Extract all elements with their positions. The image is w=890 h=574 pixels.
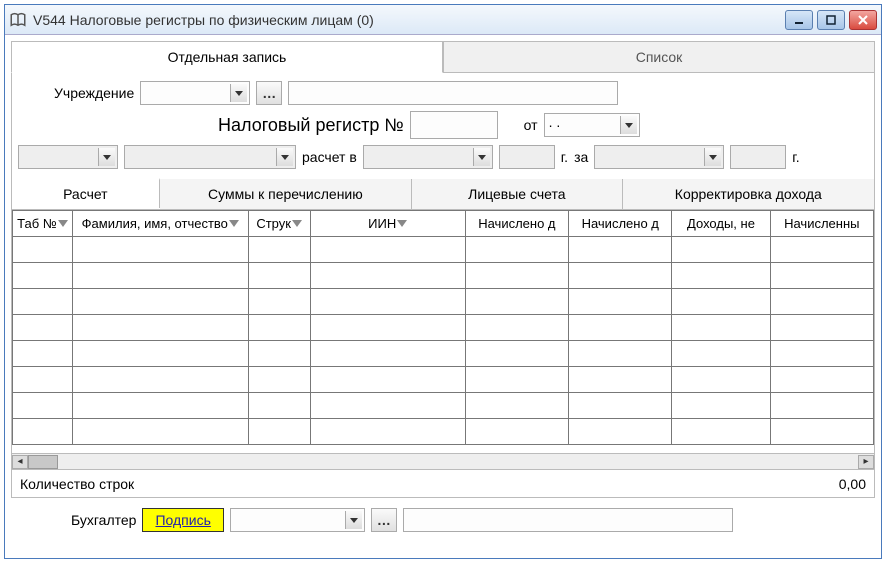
calc-month-combo[interactable] (363, 145, 493, 169)
subtab-label: Суммы к перечислению (208, 186, 363, 202)
register-date-combo[interactable]: . . (544, 113, 640, 137)
year-suffix-2: г. (792, 149, 799, 165)
date-value: . . (549, 114, 561, 130)
footer-row: Бухгалтер Подпись … (11, 498, 875, 536)
from-label: от (524, 117, 538, 133)
tab-list[interactable]: Список (443, 41, 875, 73)
table-row[interactable] (13, 341, 874, 367)
type-combo-1[interactable] (18, 145, 118, 169)
table-row[interactable] (13, 393, 874, 419)
table-row[interactable] (13, 419, 874, 445)
scroll-track[interactable] (28, 455, 858, 469)
subtab-calc[interactable]: Расчет (12, 178, 160, 208)
scroll-thumb[interactable] (28, 455, 58, 469)
row-count-label: Количество строк (20, 476, 134, 492)
for-label: за (574, 149, 588, 165)
col-struct[interactable]: Струк (248, 211, 310, 237)
ellipsis-icon: … (262, 85, 276, 101)
institution-combo[interactable] (140, 81, 250, 105)
sign-button-label: Подпись (155, 512, 210, 528)
institution-name-field[interactable] (288, 81, 618, 105)
col-income[interactable]: Доходы, не (672, 211, 770, 237)
table-row[interactable] (13, 367, 874, 393)
for-month-combo[interactable] (594, 145, 724, 169)
table-row[interactable] (13, 315, 874, 341)
institution-browse-button[interactable]: … (256, 81, 282, 105)
col-acc-1[interactable]: Начислено д (465, 211, 568, 237)
data-grid[interactable]: Таб № Фамилия, имя, отчество Струк ИИН Н… (12, 210, 874, 445)
titlebar[interactable]: V544 Налоговые регистры по физическим ли… (5, 5, 881, 35)
ellipsis-icon: … (377, 512, 391, 528)
col-iin[interactable]: ИИН (310, 211, 465, 237)
subtab-label: Лицевые счета (468, 186, 565, 202)
book-icon (9, 11, 27, 29)
form-area: Учреждение … Налоговый регистр № от . . (11, 73, 875, 179)
register-number-label: Налоговый регистр № (218, 115, 404, 136)
filter-icon[interactable] (58, 220, 68, 230)
subtab-sums[interactable]: Суммы к перечислению (160, 179, 412, 209)
calc-in-label: расчет в (302, 149, 357, 165)
year-suffix-1: г. (561, 149, 568, 165)
sub-tabs: Расчет Суммы к перечислению Лицевые счет… (11, 179, 875, 210)
scroll-right-button[interactable]: ▸ (858, 455, 874, 469)
main-tabs: Отдельная запись Список (11, 37, 875, 73)
col-acc-3[interactable]: Начисленны (770, 211, 873, 237)
sign-button[interactable]: Подпись (142, 508, 223, 532)
accountant-browse-button[interactable]: … (371, 508, 397, 532)
col-fio[interactable]: Фамилия, имя, отчество (72, 211, 248, 237)
subtab-correction[interactable]: Корректировка дохода (623, 179, 874, 209)
scroll-left-button[interactable]: ◂ (12, 455, 28, 469)
table-row[interactable] (13, 237, 874, 263)
subtab-label: Расчет (63, 186, 108, 202)
grid-container: Таб № Фамилия, имя, отчество Струк ИИН Н… (11, 210, 875, 470)
horizontal-scrollbar[interactable]: ◂ ▸ (12, 453, 874, 469)
app-window: V544 Налоговые регистры по физическим ли… (4, 4, 882, 559)
accountant-combo[interactable] (230, 508, 365, 532)
subtab-accounts[interactable]: Лицевые счета (412, 179, 623, 209)
register-number-field[interactable] (410, 111, 498, 139)
for-year-field[interactable] (730, 145, 786, 169)
window-buttons (785, 10, 877, 30)
minimize-button[interactable] (785, 10, 813, 30)
table-row[interactable] (13, 263, 874, 289)
grid-header-row: Таб № Фамилия, имя, отчество Струк ИИН Н… (13, 211, 874, 237)
subtab-label: Корректировка дохода (675, 186, 822, 202)
accountant-label: Бухгалтер (71, 512, 136, 528)
window-title: V544 Налоговые регистры по физическим ли… (33, 12, 785, 28)
type-combo-2[interactable] (124, 145, 296, 169)
filter-icon[interactable] (229, 220, 239, 230)
calc-year-field[interactable] (499, 145, 555, 169)
maximize-button[interactable] (817, 10, 845, 30)
table-row[interactable] (13, 289, 874, 315)
institution-label: Учреждение (54, 85, 134, 101)
col-tab-no[interactable]: Таб № (13, 211, 73, 237)
tab-label: Отдельная запись (168, 49, 287, 65)
tab-single-record[interactable]: Отдельная запись (11, 41, 443, 73)
col-acc-2[interactable]: Начислено д (569, 211, 672, 237)
grid-body (13, 237, 874, 445)
summary-row: Количество строк 0,00 (11, 470, 875, 498)
row-count-value: 0,00 (839, 476, 866, 492)
tab-label: Список (636, 49, 683, 65)
close-button[interactable] (849, 10, 877, 30)
filter-icon[interactable] (292, 220, 302, 230)
accountant-name-field[interactable] (403, 508, 733, 532)
filter-icon[interactable] (397, 220, 407, 230)
